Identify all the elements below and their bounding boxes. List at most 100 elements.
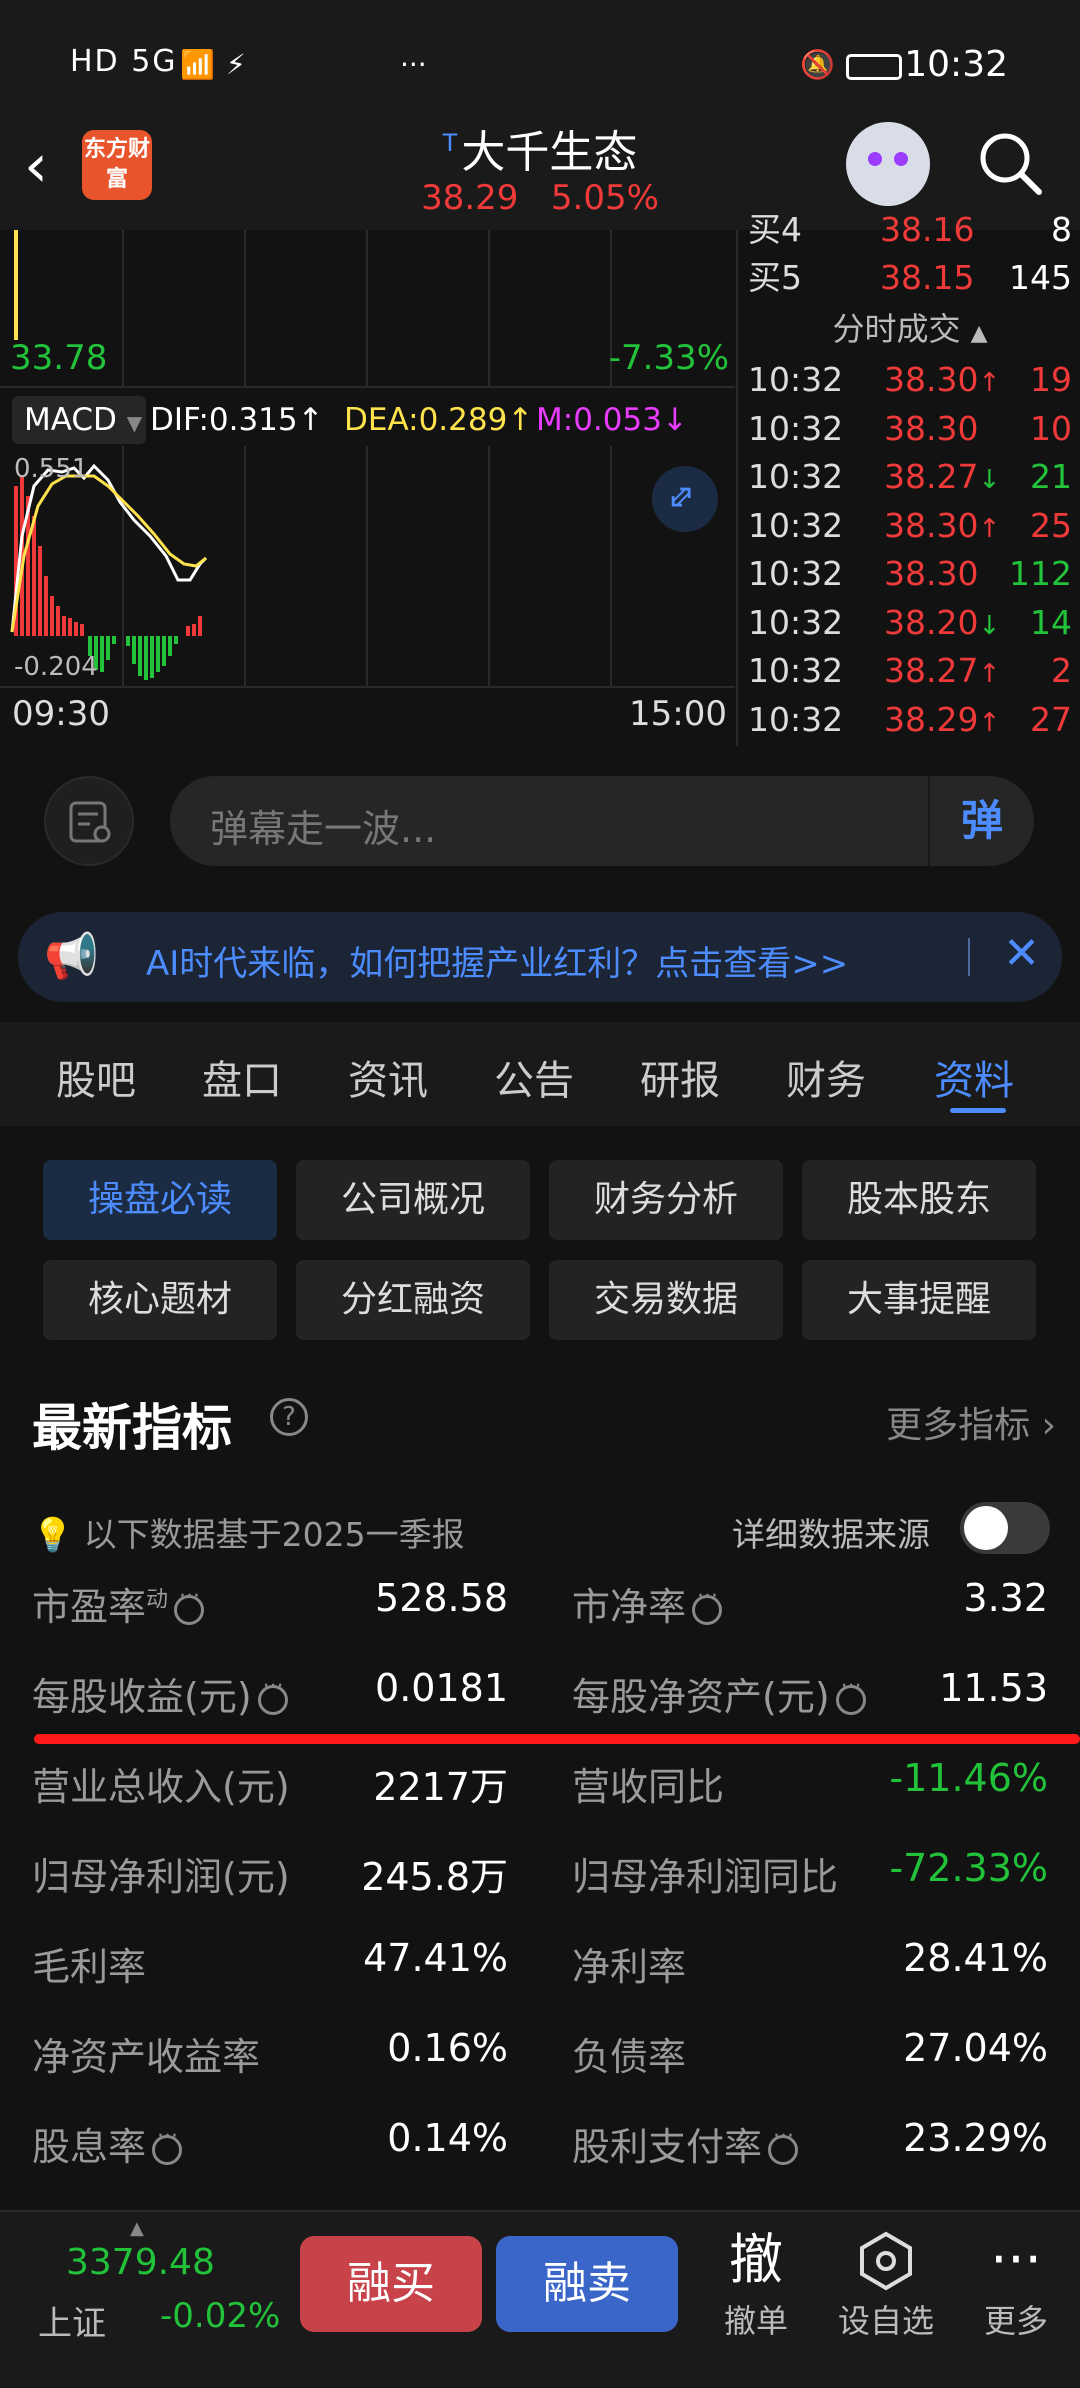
- index-name[interactable]: 上证: [38, 2296, 106, 2345]
- stock-name: 大千生态: [461, 127, 638, 178]
- more-metrics-link[interactable]: 更多指标 ›: [886, 1396, 1056, 1448]
- trade-row: 10:32 38.27↓ 21: [744, 453, 1080, 501]
- ai-assistant-avatar[interactable]: [846, 122, 930, 206]
- metric-row: 股息率 0.14% 股利支付率 23.29%: [0, 2116, 1080, 2176]
- watch-label: 设自选: [837, 2302, 934, 2340]
- order-row-buy5: 买5 38.15 145: [748, 258, 1072, 297]
- trade-volume: 19: [1030, 360, 1072, 399]
- expand-chart-button[interactable]: ⇕: [652, 466, 718, 532]
- info-dots-icon[interactable]: [257, 1674, 288, 1715]
- promo-banner[interactable]: 📢 AI时代来临，如何把握产业红利？点击查看>> ✕: [18, 912, 1062, 1002]
- sub-button-0[interactable]: 操盘必读: [43, 1160, 277, 1240]
- more-notifications-icon: ···: [400, 48, 427, 81]
- sub-button-4[interactable]: 核心题材: [43, 1260, 277, 1340]
- metric-row: 每股收益(元) 0.0181 每股净资产(元) 11.53: [0, 1666, 1080, 1726]
- margin-sell-button[interactable]: 融卖: [496, 2236, 678, 2332]
- robot-eye-icon: [868, 152, 882, 166]
- metric-label: 归母净利润同比: [572, 1855, 839, 1899]
- metric-value: 0.14%: [387, 2116, 508, 2160]
- chevron-up-icon[interactable]: ▲: [130, 2218, 144, 2239]
- trade-time: 10:32: [748, 554, 844, 593]
- metric-row: 市盈率动 528.58 市净率 3.32: [0, 1576, 1080, 1636]
- metric-value: 47.41%: [363, 1936, 508, 1980]
- danmu-input[interactable]: 弹幕走一波... 弹: [170, 776, 1034, 866]
- metric-label: 净利率: [572, 1945, 687, 1989]
- battery-icon: [846, 54, 902, 80]
- promo-text[interactable]: AI时代来临，如何把握产业红利？点击查看>>: [146, 936, 848, 985]
- sub-button-5[interactable]: 分红融资: [296, 1260, 530, 1340]
- info-dots-icon[interactable]: [768, 2124, 799, 2165]
- sub-button-1[interactable]: 公司概况: [296, 1160, 530, 1240]
- info-dots-icon[interactable]: [692, 1584, 723, 1625]
- expand-icon: ⇕: [656, 473, 705, 523]
- trade-volume: 2: [1051, 651, 1072, 690]
- wifi-icon: 📶: [180, 48, 215, 81]
- bottom-bar: ▲ 3379.48 上证 -0.02% 融买 融卖 撤撤单 设自选 ··· 更多: [0, 2210, 1080, 2388]
- tab-4[interactable]: 研报: [640, 1048, 720, 1106]
- trade-volume: 27: [1030, 699, 1072, 739]
- metric-value: 245.8万: [361, 1855, 508, 1899]
- metric-label: 归母净利润(元): [32, 1855, 290, 1899]
- trade-price: 38.27↑: [884, 651, 1001, 690]
- info-dots-icon[interactable]: [152, 2124, 183, 2165]
- search-icon[interactable]: [975, 128, 1045, 198]
- tab-0[interactable]: 股吧: [56, 1048, 136, 1106]
- sub-button-2[interactable]: 财务分析: [549, 1160, 783, 1240]
- sub-button-6[interactable]: 交易数据: [549, 1260, 783, 1340]
- data-source-toggle[interactable]: [960, 1502, 1050, 1554]
- trade-price: 38.27↓: [884, 457, 1001, 496]
- sub-button-3[interactable]: 股本股东: [802, 1160, 1036, 1240]
- trade-price: 38.30: [884, 554, 979, 593]
- trade-time: 10:32: [748, 457, 844, 496]
- info-dots-icon[interactable]: [835, 1674, 866, 1715]
- metric-value: 0.16%: [387, 2026, 508, 2070]
- trade-row: 10:32 38.30↑ 19: [744, 356, 1080, 404]
- tab-3[interactable]: 公告: [494, 1048, 574, 1106]
- margin-buy-button[interactable]: 融买: [300, 2236, 482, 2332]
- danmu-placeholder: 弹幕走一波...: [210, 807, 437, 851]
- tab-1[interactable]: 盘口: [202, 1048, 282, 1106]
- cancel-order-button[interactable]: 撤撤单: [706, 2224, 806, 2342]
- index-value[interactable]: 3379.48: [66, 2242, 215, 2283]
- danmu-send-button[interactable]: 弹: [928, 776, 1034, 866]
- info-dots-icon[interactable]: [174, 1584, 205, 1625]
- trade-time: 10:32: [748, 651, 844, 690]
- order-row-buy4: 买4 38.16 8: [748, 210, 1072, 249]
- macd-bottom-label: -0.204: [14, 652, 98, 682]
- low-pct-label: -7.33%: [608, 338, 729, 378]
- low-price-label: 33.78: [10, 338, 108, 378]
- help-icon[interactable]: ?: [270, 1398, 308, 1436]
- chevron-down-icon: ▼: [126, 411, 143, 435]
- time-end-label: 15:00: [629, 694, 727, 734]
- metric-value: 2217万: [373, 1765, 508, 1809]
- danmu-settings-button[interactable]: [44, 776, 134, 866]
- robot-eye-icon: [894, 152, 908, 166]
- intraday-chart[interactable]: 33.78 -7.33% MACD ▼ DIF:0.315↑ DEA:0.289…: [0, 230, 735, 746]
- metric-value: 528.58: [375, 1576, 508, 1620]
- data-source-label: 详细数据来源: [732, 1515, 930, 1554]
- trade-volume: 112: [1009, 554, 1072, 593]
- banner-close-button[interactable]: ✕: [1003, 928, 1040, 979]
- red-annotation-line: [34, 1734, 1080, 1744]
- metric-label: 营业总收入(元): [32, 1765, 290, 1809]
- tab-2[interactable]: 资讯: [348, 1048, 428, 1106]
- tab-6[interactable]: 资料: [934, 1048, 1014, 1106]
- trade-row: 10:32 38.27↑ 2: [744, 647, 1080, 695]
- index-change[interactable]: -0.02%: [160, 2296, 280, 2336]
- sub-button-7[interactable]: 大事提醒: [802, 1260, 1036, 1340]
- indicator-selector[interactable]: MACD ▼: [12, 396, 146, 444]
- add-watchlist-button[interactable]: 设自选: [826, 2224, 946, 2342]
- stock-price: 38.29: [421, 178, 519, 218]
- tab-bar: 股吧 盘口 资讯 公告 研报 财务 资料: [0, 1022, 1080, 1126]
- metric-label: 每股净资产(元): [572, 1666, 866, 1721]
- trades-section-title[interactable]: 分时成交 ▲: [738, 304, 1080, 350]
- metric-label: 毛利率: [32, 1945, 147, 1989]
- trade-volume: 14: [1030, 602, 1072, 642]
- macd-dif: DIF:0.315↑: [150, 402, 324, 438]
- macd-top-label: 0.551: [14, 454, 89, 484]
- more-menu-button[interactable]: ··· 更多: [966, 2224, 1066, 2342]
- tab-5[interactable]: 财务: [786, 1048, 866, 1106]
- trade-volume: 10: [1030, 408, 1072, 448]
- data-note: 💡 以下数据基于2025一季报: [32, 1508, 465, 1556]
- order-book: 买4 38.16 8 买5 38.15 145 分时成交 ▲ 10:32 38.3…: [736, 210, 1080, 746]
